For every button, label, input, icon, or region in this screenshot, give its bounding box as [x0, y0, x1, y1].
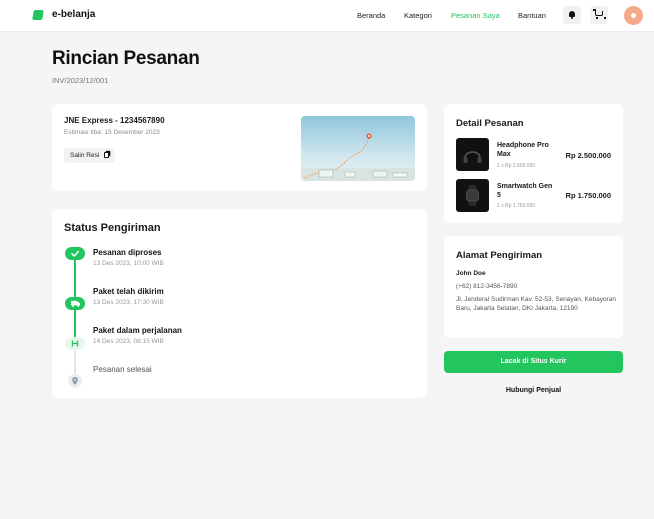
- product-quantity: 1 x Rp 1.750.000: [497, 203, 536, 209]
- timeline-step-name: Pesanan diproses: [93, 248, 162, 257]
- recipient-name: John Doe: [456, 270, 486, 277]
- product-name[interactable]: Headphone Pro Max: [497, 141, 555, 159]
- product-price: Rp 1.750.000: [565, 191, 611, 200]
- recipient-phone: (+62) 812-3456-7890: [456, 283, 518, 290]
- bell-icon: [569, 11, 575, 19]
- nav-link-bantuan[interactable]: Bantuan: [518, 11, 546, 20]
- estimated-arrival: Estimasi tiba: 15 Desember 2023: [64, 129, 160, 136]
- nav-link-beranda[interactable]: Beranda: [357, 11, 385, 20]
- contact-seller-button[interactable]: Hubungi Penjual: [444, 382, 623, 400]
- timeline-step-name: Pesanan selesai: [93, 365, 152, 374]
- timeline-step-name: Paket telah dikirim: [93, 287, 164, 296]
- product-quantity: 1 x Rp 2.500.000: [497, 163, 536, 169]
- copy-receipt-label: Salin Resi: [70, 152, 100, 159]
- copy-icon: [104, 152, 110, 158]
- track-courier-button[interactable]: Lacak di Situs Kurir: [444, 351, 623, 373]
- brand-name[interactable]: e-belanja: [52, 9, 95, 20]
- cart-icon: [593, 9, 606, 19]
- page-title: Rincian Pesanan: [52, 48, 200, 69]
- product-name[interactable]: Smartwatch Gen 5: [497, 182, 555, 200]
- nav-link-kategori[interactable]: Kategori: [404, 11, 432, 20]
- cart-button[interactable]: [590, 6, 608, 24]
- status-section-title: Status Pengiriman: [64, 222, 161, 234]
- timeline-step-time: 14 Des 2023, 08:15 WIB: [93, 338, 164, 345]
- route-map-image: [301, 116, 415, 181]
- user-avatar[interactable]: [624, 6, 643, 25]
- shipping-address-card: Alamat Pengiriman John Doe (+62) 812-345…: [444, 236, 623, 338]
- notification-button[interactable]: [563, 6, 581, 24]
- headphone-product-image: [456, 138, 489, 171]
- shipping-status-card: Status Pengiriman Pesanan diproses 13 De…: [52, 209, 427, 398]
- check-icon: [65, 247, 85, 260]
- invoice-number: INV/2023/12/001: [52, 76, 109, 85]
- product-price: Rp 2.500.000: [565, 151, 611, 160]
- copy-receipt-button[interactable]: Salin Resi: [64, 148, 116, 163]
- timeline-step-time: 13 Des 2023, 17:30 WIB: [93, 299, 164, 306]
- courier-tracking-number: JNE Express - 1234567890: [64, 116, 165, 125]
- nav-link-pesanan-saya[interactable]: Pesanan Saya: [451, 11, 500, 20]
- timeline-step-name: Paket dalam perjalanan: [93, 326, 182, 335]
- recipient-address: Jl. Jenderal Sudirman Kav. 52-53, Senaya…: [456, 296, 616, 312]
- brand-logo-icon[interactable]: [32, 10, 44, 20]
- shipping-card: JNE Express - 1234567890 Estimasi tiba: …: [52, 104, 427, 191]
- order-detail-title: Detail Pesanan: [456, 118, 524, 129]
- order-detail-card: Detail Pesanan Headphone Pro Max 1 x Rp …: [444, 104, 623, 223]
- truck-icon: [65, 297, 85, 310]
- timeline-connector: [74, 258, 76, 298]
- smartwatch-product-image: [456, 179, 489, 212]
- route-icon: [65, 337, 85, 350]
- address-title: Alamat Pengiriman: [456, 250, 543, 261]
- top-navbar: e-belanja Beranda Kategori Pesanan Saya …: [0, 0, 654, 32]
- location-pin-icon: [68, 374, 82, 388]
- timeline-step-time: 13 Des 2023, 10:00 WIB: [93, 260, 164, 267]
